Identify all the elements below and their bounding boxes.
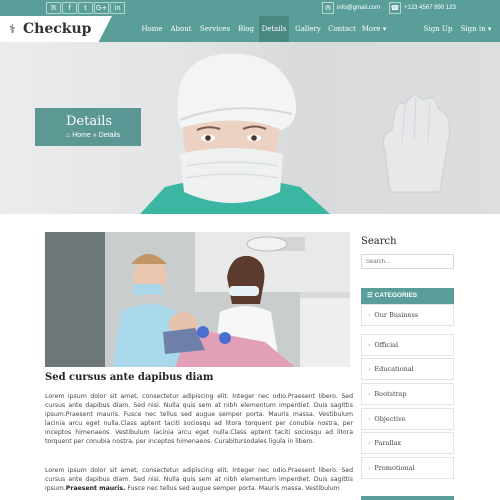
- breadcrumb-separator: »: [92, 132, 97, 139]
- breadcrumb-home[interactable]: Home: [72, 132, 91, 139]
- google-plus-icon[interactable]: G+: [94, 2, 109, 14]
- category-label: Educational: [374, 365, 414, 373]
- article-image: [45, 232, 350, 367]
- email-text: info@gmail.com: [337, 5, 381, 11]
- sidebar-next-widget-header: [361, 496, 454, 500]
- chevron-right-icon: ›: [368, 366, 371, 373]
- top-bar: ℜ f t G+ in ✉ info@gmail.com ☎ +123 4567…: [0, 0, 500, 16]
- nav-home[interactable]: Home: [138, 16, 166, 42]
- breadcrumb: ⌂ Home » Details: [66, 132, 120, 139]
- search-heading: Search: [361, 236, 397, 247]
- category-label: Objective: [374, 415, 406, 423]
- sign-in-dropdown[interactable]: Sign in ▾: [457, 16, 495, 42]
- main-navbar: ⚕ Checkup Home About Services Blog Detai…: [0, 16, 500, 42]
- category-item[interactable]: › Parallax: [361, 432, 454, 454]
- contact-email[interactable]: ✉ info@gmail.com: [322, 2, 380, 14]
- social-links: ℜ f t G+ in: [46, 2, 126, 14]
- dental-clinic-illustration: [45, 232, 350, 367]
- home-icon: ⌂: [66, 132, 71, 139]
- logo[interactable]: ⚕ Checkup: [0, 16, 112, 42]
- category-label: Official: [374, 341, 399, 349]
- category-item[interactable]: › Objective: [361, 408, 454, 430]
- contact-phone[interactable]: ☎ +123 4567 890 123: [389, 2, 456, 14]
- chevron-right-icon: ›: [368, 416, 371, 423]
- nav-blog[interactable]: Blog: [235, 16, 257, 42]
- rss-icon[interactable]: ℜ: [46, 2, 61, 14]
- brand-name: Checkup: [23, 21, 92, 37]
- phone-icon: ☎: [389, 2, 401, 14]
- sign-up-link[interactable]: Sign Up: [420, 16, 456, 42]
- category-item[interactable]: › Official: [361, 334, 454, 356]
- category-item[interactable]: › Educational: [361, 358, 454, 380]
- nav-gallery[interactable]: Gallery: [292, 16, 324, 42]
- article-title: Sed cursus ante dapibus diam: [45, 372, 214, 383]
- facebook-icon[interactable]: f: [62, 2, 77, 14]
- page-title: Details: [66, 114, 113, 129]
- hero-banner: Details ⌂ Home » Details: [0, 42, 500, 214]
- category-label: Promotional: [374, 464, 415, 472]
- nav-more-dropdown[interactable]: More ▾: [360, 16, 388, 42]
- article-paragraph-1: Lorem ipsum dolor sit amet, consectetur …: [45, 393, 353, 445]
- page-title-box: Details ⌂ Home » Details: [35, 108, 141, 146]
- nav-services[interactable]: Services: [198, 16, 232, 42]
- chevron-right-icon: ›: [368, 391, 371, 398]
- paragraph-2-bold: Praesent mauris.: [65, 485, 126, 492]
- article-paragraph-2: Lorem ipsum dolor sit amet, consectetur …: [45, 466, 353, 493]
- breadcrumb-current: Details: [98, 132, 121, 139]
- phone-text: +123 4567 890 123: [404, 5, 456, 11]
- paragraph-2-text-b: Fusce nec tellus sed augue semper porta.…: [125, 485, 340, 492]
- stethoscope-icon: ⚕: [9, 22, 16, 36]
- list-icon: ☰: [367, 292, 373, 299]
- search-input[interactable]: [361, 254, 454, 269]
- chevron-right-icon: ›: [368, 465, 371, 472]
- category-item[interactable]: › Bootstrap: [361, 383, 454, 405]
- category-label: Parallax: [374, 439, 402, 447]
- categories-title: CATEGORIES: [374, 292, 418, 299]
- category-item[interactable]: › Promotional: [361, 457, 454, 479]
- envelope-icon: ✉: [322, 2, 334, 14]
- linkedin-icon[interactable]: in: [110, 2, 125, 14]
- categories-heading: ☰ CATEGORIES: [361, 288, 454, 304]
- chevron-right-icon: ›: [368, 440, 371, 447]
- chevron-right-icon: ›: [368, 312, 371, 319]
- nav-contact[interactable]: Contact: [327, 16, 357, 42]
- nav-about[interactable]: About: [168, 16, 194, 42]
- category-label: Bootstrap: [374, 390, 407, 398]
- category-label: Our Business: [374, 311, 419, 319]
- chevron-right-icon: ›: [368, 342, 371, 349]
- nav-details[interactable]: Details: [259, 16, 289, 42]
- twitter-icon[interactable]: t: [78, 2, 93, 14]
- category-item[interactable]: › Our Business: [361, 304, 454, 326]
